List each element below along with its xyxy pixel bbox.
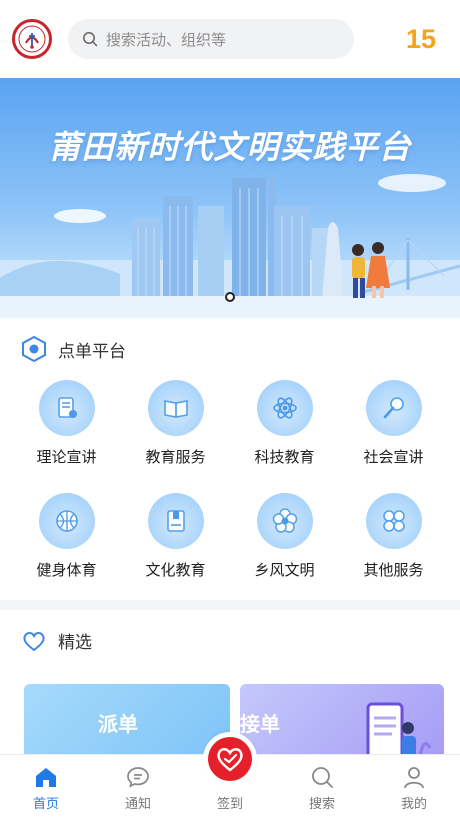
tab-search[interactable]: 搜索: [276, 755, 368, 818]
service-item[interactable]: 其他服务: [339, 493, 448, 580]
search-icon: [312, 767, 333, 788]
service-label: 理论宣讲: [36, 448, 97, 466]
grid-icon: [382, 510, 405, 532]
service-item[interactable]: 乡风文明: [230, 493, 339, 580]
service-item[interactable]: 社会宣讲: [339, 380, 448, 467]
service-label: 其他服务: [363, 561, 424, 579]
tab-label: 首页: [32, 797, 59, 812]
top-header: 搜索活动、组织等 15: [0, 0, 460, 78]
home-icon: [36, 768, 56, 787]
tab-home[interactable]: 首页: [0, 755, 92, 818]
tab-label: 搜索: [308, 797, 335, 812]
document-icon: [57, 397, 77, 418]
hexagon-icon: [22, 336, 46, 362]
carousel-indicator-dot[interactable]: [225, 292, 235, 302]
emblem-icon[interactable]: [12, 19, 52, 59]
featured-heading: 精选: [22, 628, 92, 653]
service-item[interactable]: 文化教育: [121, 493, 230, 580]
service-label: 社会宣讲: [363, 448, 424, 466]
tab-label: 通知: [124, 797, 151, 812]
microphone-icon: [383, 397, 404, 419]
section-divider: [0, 600, 460, 610]
city-skyline-illustration: [0, 174, 460, 318]
service-item[interactable]: 健身体育: [12, 493, 121, 580]
banner-carousel[interactable]: 莆田新时代文明实践平台: [0, 78, 460, 318]
checkin-button[interactable]: [203, 732, 257, 786]
tab-notifications[interactable]: 通知: [92, 755, 184, 818]
message-icon: [127, 767, 149, 788]
service-item[interactable]: 科技教育: [230, 380, 339, 467]
service-label: 科技教育: [254, 448, 315, 466]
platform-title: 点单平台: [58, 341, 126, 362]
dispatch-card[interactable]: 派单: [24, 684, 230, 764]
app-page: 搜索活动、组织等 15 莆田新时代文明实践平台 点单平台 理论宣讲 教育服务 科…: [0, 0, 460, 818]
notebook-icon: [166, 510, 185, 532]
platform-heading: 点单平台: [22, 336, 126, 362]
counter-badge: 15: [405, 23, 436, 54]
service-label: 文化教育: [145, 561, 206, 579]
ball-icon: [55, 510, 78, 532]
flower-icon: [272, 508, 297, 533]
heart-outline-icon: [23, 631, 45, 651]
search-icon: [83, 32, 98, 47]
featured-title: 精选: [58, 633, 92, 653]
banner-title: 莆田新时代文明实践平台: [48, 128, 412, 166]
service-grid: 理论宣讲 教育服务 科技教育 社会宣讲 健身体育 文化教育 乡风文明 其他服务: [12, 380, 448, 580]
search-placeholder: 搜索活动、组织等: [106, 30, 227, 49]
tab-profile[interactable]: 我的: [368, 755, 460, 818]
tab-label: 我的: [400, 797, 427, 812]
accept-order-card[interactable]: 接单: [240, 684, 444, 764]
service-item[interactable]: 理论宣讲: [12, 380, 121, 467]
heart-checkin-icon: [217, 748, 243, 772]
search-input[interactable]: 搜索活动、组织等: [68, 19, 354, 59]
service-label: 教育服务: [145, 448, 206, 466]
card-title: 派单: [98, 712, 138, 736]
tab-label: 签到: [216, 797, 243, 812]
card-title: 接单: [240, 712, 280, 736]
user-icon: [404, 767, 424, 789]
service-item[interactable]: 教育服务: [121, 380, 230, 467]
book-icon: [163, 400, 188, 418]
service-label: 健身体育: [36, 561, 97, 579]
atom-icon: [272, 397, 297, 419]
service-label: 乡风文明: [254, 561, 315, 579]
